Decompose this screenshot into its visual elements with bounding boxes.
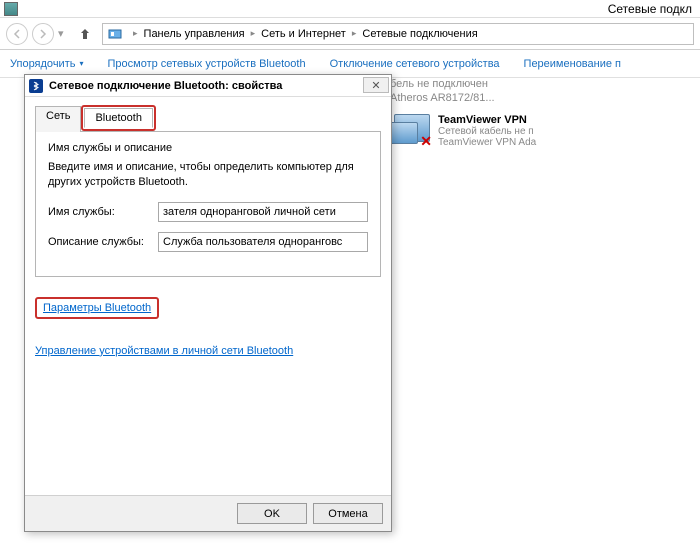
group-description: Введите имя и описание, чтобы определить… <box>48 160 368 190</box>
network-adapter-icon: ✕ <box>390 114 434 148</box>
bluetooth-settings-link[interactable]: Параметры Bluetooth <box>43 302 151 314</box>
disable-device[interactable]: Отключение сетевого устройства <box>330 58 500 70</box>
back-button[interactable] <box>6 23 28 45</box>
manage-pan-devices-link[interactable]: Управление устройствами в личной сети Bl… <box>35 345 293 357</box>
address-bar[interactable]: ▸ Панель управления ▸ Сеть и Интернет ▸ … <box>102 23 694 45</box>
app-icon <box>4 2 18 16</box>
close-icon: ✕ <box>371 79 380 92</box>
breadcrumb-seg[interactable]: Сетевые подключения <box>362 28 477 40</box>
dialog-title: Сетевое подключение Bluetooth: свойства <box>49 80 282 92</box>
disconnected-icon: ✕ <box>420 133 432 150</box>
up-button[interactable] <box>74 23 96 45</box>
tab-bluetooth[interactable]: Bluetooth <box>84 108 152 128</box>
dialog-titlebar[interactable]: Сетевое подключение Bluetooth: свойства … <box>25 75 391 97</box>
adapter-device: Atheros AR8172/81... <box>390 92 700 104</box>
navbar: ▾ ▸ Панель управления ▸ Сеть и Интернет … <box>0 18 700 50</box>
adapter-name: TeamViewer VPN <box>438 114 536 126</box>
close-button[interactable]: ✕ <box>363 77 389 93</box>
adapter-item[interactable]: бель не подключен Atheros AR8172/81... <box>390 78 700 104</box>
connections-area: бель не подключен Atheros AR8172/81... ✕… <box>390 78 700 154</box>
chevron-right-icon: ▸ <box>251 28 256 39</box>
breadcrumb-seg[interactable]: Панель управления <box>144 28 245 40</box>
group-label: Имя службы и описание <box>48 142 368 154</box>
window-titlebar: Сетевые подкл <box>0 0 700 18</box>
chevron-right-icon: ▸ <box>133 28 138 39</box>
highlight-annotation: Параметры Bluetooth <box>35 297 159 319</box>
adapter-item[interactable]: ✕ TeamViewer VPN Сетевой кабель не п Tea… <box>390 108 700 154</box>
view-bluetooth-devices[interactable]: Просмотр сетевых устройств Bluetooth <box>107 58 305 70</box>
service-desc-label: Описание службы: <box>48 236 158 248</box>
ok-button[interactable]: OK <box>237 503 307 524</box>
tab-strip: Сеть Bluetooth <box>35 105 381 132</box>
history-dropdown[interactable]: ▾ <box>58 27 70 40</box>
adapter-status: бель не подключен <box>390 78 700 90</box>
rename-connection[interactable]: Переименование п <box>524 58 621 70</box>
cancel-button[interactable]: Отмена <box>313 503 383 524</box>
service-desc-input[interactable] <box>158 232 368 252</box>
tab-network[interactable]: Сеть <box>35 106 81 132</box>
service-name-label: Имя службы: <box>48 206 158 218</box>
breadcrumb-seg[interactable]: Сеть и Интернет <box>261 28 346 40</box>
properties-dialog: Сетевое подключение Bluetooth: свойства … <box>24 74 392 532</box>
adapter-device: TeamViewer VPN Ada <box>438 137 536 148</box>
chevron-right-icon: ▸ <box>352 28 357 39</box>
dialog-footer: OK Отмена <box>25 495 391 531</box>
window-title: Сетевые подкл <box>608 2 692 16</box>
control-panel-icon <box>107 26 123 42</box>
adapter-status: Сетевой кабель не п <box>438 126 536 137</box>
dialog-body: Сеть Bluetooth Имя службы и описание Вве… <box>25 97 391 495</box>
organize-menu[interactable]: Упорядочить <box>10 58 83 70</box>
service-name-input[interactable] <box>158 202 368 222</box>
highlight-annotation: Bluetooth <box>81 105 155 131</box>
tab-pane: Имя службы и описание Введите имя и опис… <box>35 132 381 277</box>
bluetooth-icon <box>29 79 43 93</box>
forward-button[interactable] <box>32 23 54 45</box>
adapter-text: TeamViewer VPN Сетевой кабель не п TeamV… <box>438 114 536 148</box>
